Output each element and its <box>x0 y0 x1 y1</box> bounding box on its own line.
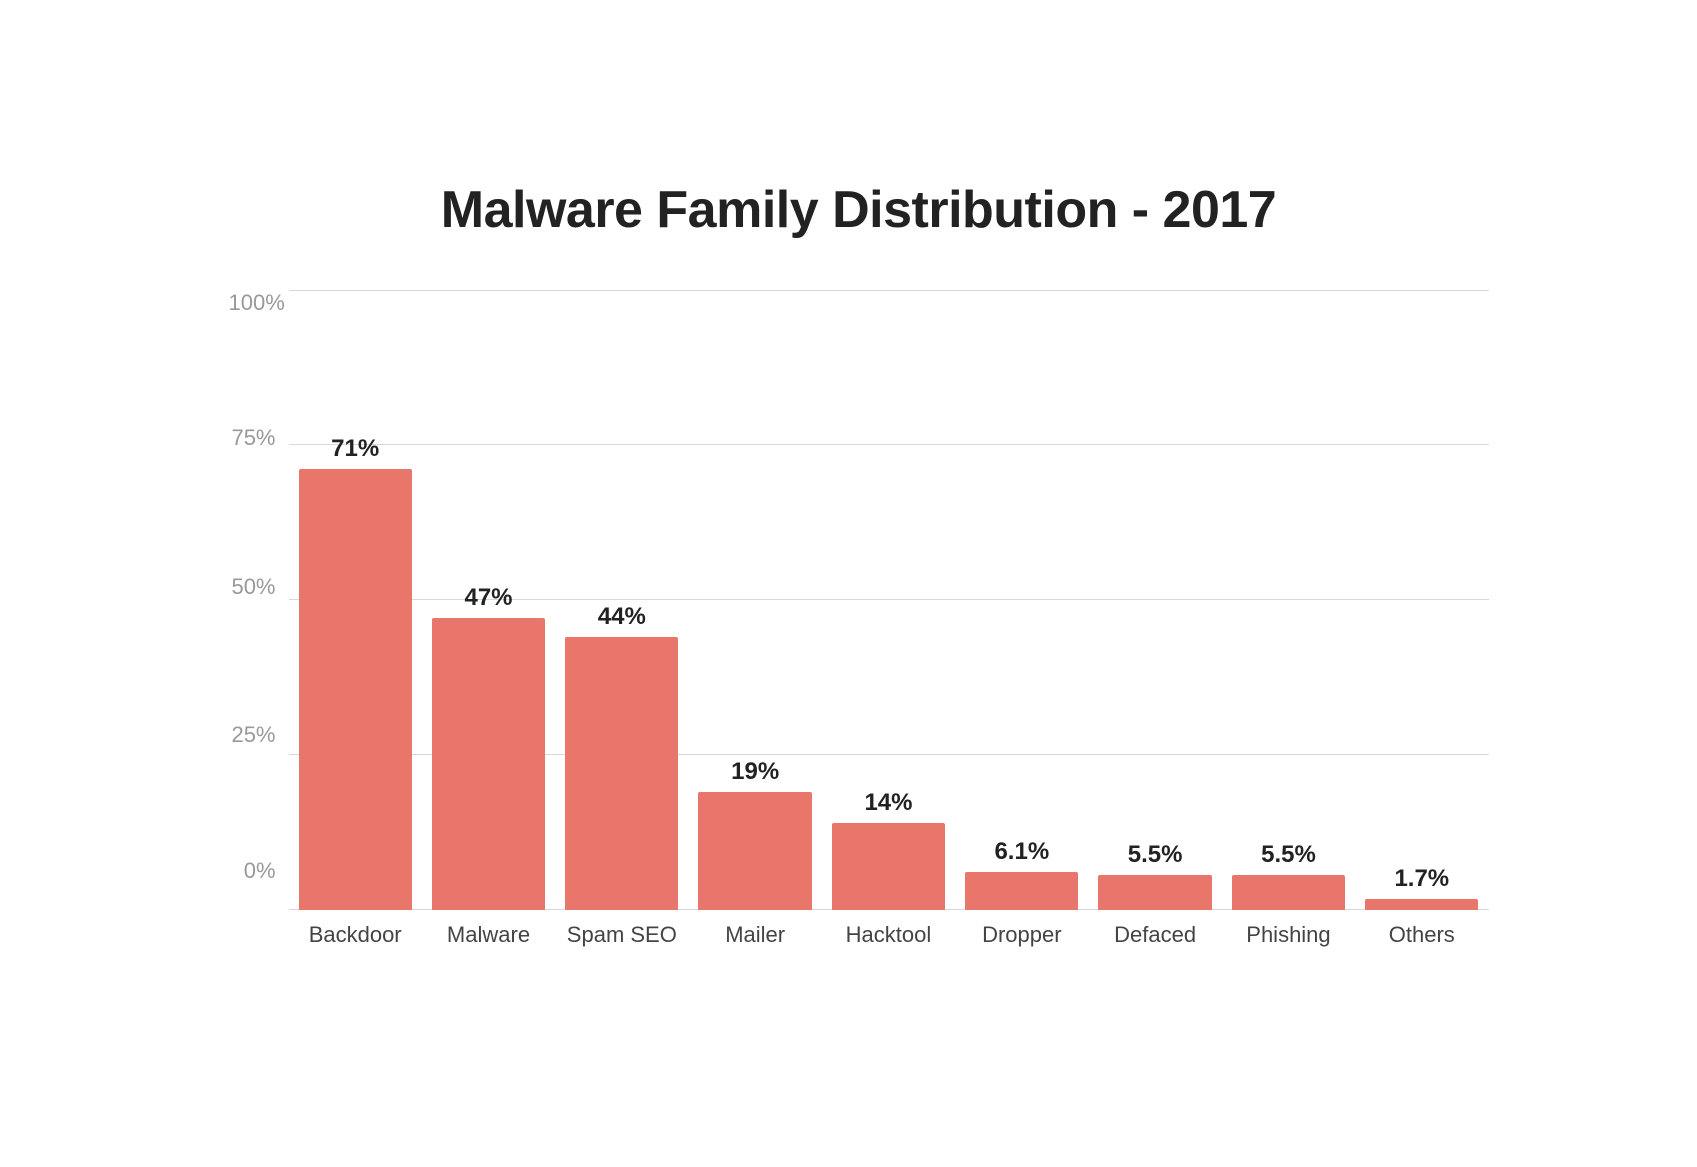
bar-group: 5.5% <box>1088 290 1221 910</box>
bar-value-label: 5.5% <box>1261 841 1316 869</box>
x-axis-label: Others <box>1355 922 1488 948</box>
x-axis-label: Spam SEO <box>555 922 688 948</box>
y-axis-label: 25% <box>229 722 284 748</box>
chart-area: 100% 75% 50% 25% 0% 71% 47% 44% 19% 14% 6.1% 5.5% 5… <box>229 290 1489 910</box>
bar-value-label: 71% <box>331 435 379 463</box>
bar-rect <box>1098 875 1211 909</box>
bar-group: 5.5% <box>1222 290 1355 910</box>
y-axis-label: 0% <box>229 858 284 884</box>
bar-group: 14% <box>822 290 955 910</box>
y-axis-label: 75% <box>229 425 284 451</box>
bar-group: 71% <box>289 290 422 910</box>
bar-group: 6.1% <box>955 290 1088 910</box>
bar-rect <box>565 637 678 910</box>
x-axis-label: Mailer <box>688 922 821 948</box>
bar-rect <box>432 618 545 909</box>
bar-group: 19% <box>688 290 821 910</box>
y-axis-label: 50% <box>229 574 284 600</box>
bar-rect <box>299 469 412 909</box>
bar-group: 47% <box>422 290 555 910</box>
y-axis-labels: 100% 75% 50% 25% 0% <box>229 290 284 910</box>
y-axis-label: 100% <box>229 290 284 316</box>
x-axis-label: Dropper <box>955 922 1088 948</box>
bar-rect <box>1365 899 1478 910</box>
x-axis-labels: BackdoorMalwareSpam SEOMailerHacktoolDro… <box>289 922 1489 948</box>
bar-value-label: 6.1% <box>994 838 1049 866</box>
bar-rect <box>832 823 945 910</box>
bar-value-label: 1.7% <box>1394 865 1449 893</box>
bar-value-label: 19% <box>731 758 779 786</box>
bar-group: 44% <box>555 290 688 910</box>
bar-rect <box>1232 875 1345 909</box>
bar-value-label: 14% <box>864 789 912 817</box>
chart-title: Malware Family Distribution - 2017 <box>229 180 1489 240</box>
bar-value-label: 47% <box>464 584 512 612</box>
bar-group: 1.7% <box>1355 290 1488 910</box>
bar-value-label: 44% <box>598 603 646 631</box>
x-axis-label: Malware <box>422 922 555 948</box>
bar-rect <box>698 792 811 910</box>
chart-container: Malware Family Distribution - 2017 100%7… <box>149 140 1549 1028</box>
bar-rect <box>965 872 1078 910</box>
bar-value-label: 5.5% <box>1128 841 1183 869</box>
x-axis-label: Defaced <box>1088 922 1221 948</box>
bars-section: 71% 47% 44% 19% 14% 6.1% 5.5% 5.5% 1.7% <box>289 290 1489 910</box>
x-axis-label: Backdoor <box>289 922 422 948</box>
x-axis-label: Phishing <box>1222 922 1355 948</box>
x-axis-label: Hacktool <box>822 922 955 948</box>
